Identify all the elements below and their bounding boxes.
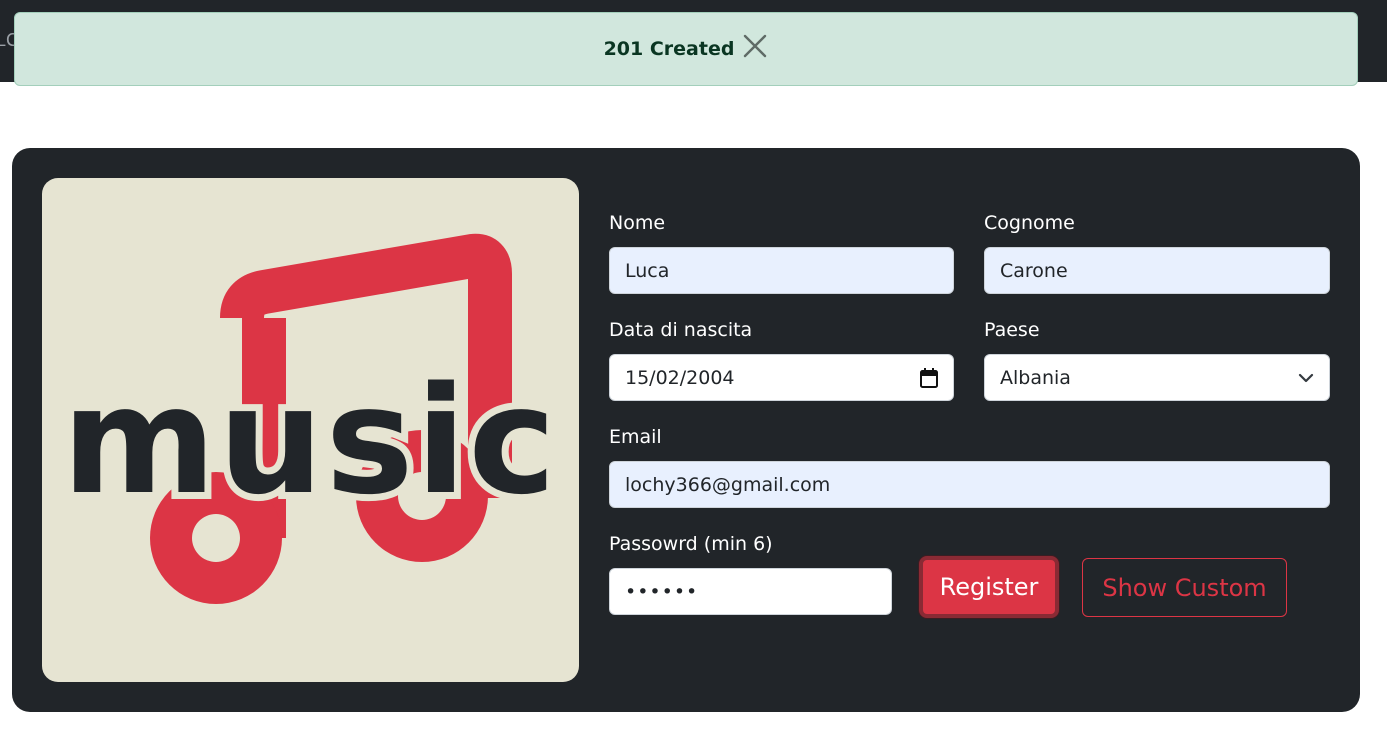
password-input[interactable]: •••••• (609, 568, 892, 615)
paese-value: Albania (1000, 366, 1071, 389)
cognome-input[interactable]: Carone (984, 247, 1330, 294)
cognome-value: Carone (1000, 259, 1068, 282)
email-value: lochy366@gmail.com (625, 473, 831, 496)
email-label: Email (609, 426, 662, 448)
nome-label: Nome (609, 212, 666, 234)
password-value: •••••• (625, 580, 699, 603)
data-nascita-value: 15/02/2004 (625, 366, 735, 389)
svg-text:music: music (62, 355, 558, 527)
music-note-icon: music (55, 233, 563, 604)
paese-label: Paese (984, 319, 1040, 341)
alert-message: 201 Created (603, 38, 735, 60)
data-nascita-input[interactable]: 15/02/2004 (609, 354, 954, 401)
show-custom-button[interactable]: Show Custom (1082, 558, 1287, 617)
cognome-label: Cognome (984, 212, 1075, 234)
registration-form: Nome Luca Cognome Carone Data di nascita… (609, 148, 1330, 712)
data-nascita-label: Data di nascita (609, 319, 753, 341)
calendar-icon[interactable] (919, 367, 939, 394)
nome-input[interactable]: Luca (609, 247, 954, 294)
success-alert: 201 Created (14, 12, 1358, 86)
email-input[interactable]: lochy366@gmail.com (609, 461, 1330, 508)
password-label: Passowrd (min 6) (609, 533, 773, 555)
nome-value: Luca (625, 259, 670, 282)
paese-select[interactable]: Albania (984, 354, 1330, 401)
chevron-down-icon (1297, 369, 1315, 392)
close-icon[interactable] (742, 33, 768, 59)
register-button[interactable]: Register (919, 556, 1059, 618)
music-logo: music (42, 178, 579, 682)
registration-card: music Nome Luca Cognome Carone Data di n… (12, 148, 1360, 712)
